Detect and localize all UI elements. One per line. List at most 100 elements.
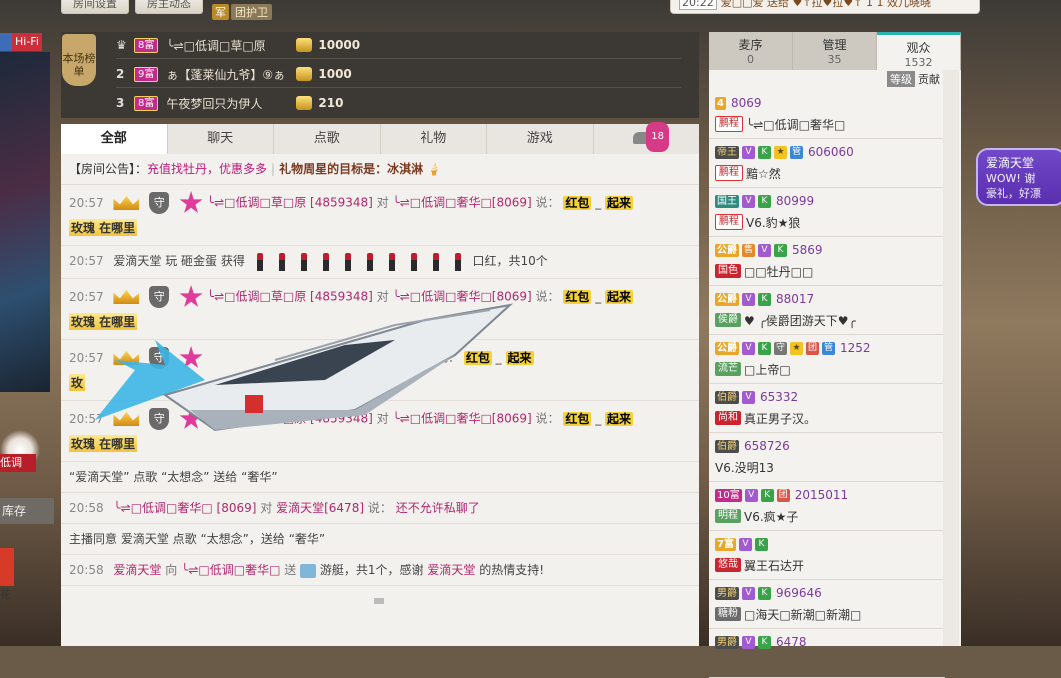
bubble-line: 豪礼，好漂	[986, 187, 1041, 200]
audience-user-item[interactable]: 男爵 V K 969646 糖粉 □海天□新潮□新潮□	[709, 580, 945, 629]
audience-user-item[interactable]: 公爵售 V K 5869 国色 □□牡丹□□	[709, 237, 945, 286]
message-say: 说：	[535, 411, 560, 426]
lipstick-icon	[278, 252, 285, 271]
hifi-badge[interactable]: Hi-Fi	[0, 33, 50, 51]
user-row: 公爵 V K 88017	[715, 290, 939, 308]
audience-user-item[interactable]: 10富 V K 团 2015011 明程 V6.疯★子	[709, 482, 945, 531]
rank-name: ぁ【蓬莱仙九爷】⑨ぁ	[166, 67, 286, 82]
user-family-tag: 糖粉	[715, 607, 741, 621]
flower-gift-icon[interactable]	[0, 548, 14, 586]
scroll-handle[interactable]	[374, 598, 384, 604]
user-name: V6.豹★狼	[746, 215, 801, 230]
audience-user-item[interactable]: 国王 V K 80999 鹏程 V6.豹★狼	[709, 188, 945, 237]
star-icon	[179, 346, 203, 368]
privilege-icon: K	[758, 635, 771, 649]
user-row: 糖粉 □海天□新潮□新潮□	[715, 605, 939, 623]
tab-song[interactable]: 点歌	[274, 124, 381, 154]
target-name[interactable]: ╰⇌□低调□奢华□[8069]	[393, 412, 532, 426]
sort-level-button[interactable]: 等级	[887, 71, 915, 87]
audience-user-item[interactable]: 公爵 V K 守 ★ 团管 1252 流芒 □上帝□	[709, 335, 945, 384]
tab-audience[interactable]: 观众 1532	[877, 32, 961, 70]
guard-shield-icon: 守	[149, 408, 170, 430]
privilege-icon: 管	[790, 145, 803, 159]
room-settings-button[interactable]: 房间设置	[61, 0, 129, 14]
sender-name[interactable]: 爱滴天堂	[427, 563, 475, 577]
tab-all[interactable]: 全部	[61, 124, 168, 154]
user-name: □海天□新潮□新潮□	[744, 607, 862, 622]
tab-gift[interactable]: 礼物	[381, 124, 487, 154]
user-level-badge: 伯爵	[715, 390, 739, 404]
sender-name[interactable]: ╰⇌□低调□草□原 [4859348]	[207, 412, 373, 426]
user-id: 8069	[730, 96, 762, 110]
user-family-tag: 侯爵	[715, 313, 741, 327]
sender-name[interactable]: ╰⇌□低调□草□原 [4859348]	[207, 290, 373, 304]
privilege-icon: K	[758, 292, 771, 306]
rank-row[interactable]: 2 9富 ぁ【蓬莱仙九爷】⑨ぁ 1000	[116, 61, 681, 88]
target-name[interactable]: ╰⇌□低调□奢华□[8069]	[393, 196, 532, 210]
privilege-icon: V	[742, 292, 755, 306]
tab-admin[interactable]: 管理 35	[793, 32, 877, 70]
privilege-icon: ★	[774, 145, 787, 159]
chat-message: 20:58 ╰⇌□低调□奢华□ [8069] 对 爱滴天堂[6478] 说： 还…	[61, 493, 699, 524]
tab-mic-queue[interactable]: 麦序 0	[709, 32, 793, 70]
target-name[interactable]: 爱滴天堂[6478]	[276, 501, 364, 515]
message-time: 20:58	[69, 501, 104, 515]
inventory-button[interactable]: 库存	[0, 498, 54, 524]
sender-name[interactable]: ╰⇌□低调□奢华□ [8069]	[113, 501, 256, 515]
target-name[interactable]: 奢华□[8069]	[357, 351, 432, 365]
privilege-icon: V	[744, 488, 758, 502]
chat-area[interactable]: 【房间公告】：充值找牡丹，优惠多多 | 礼物周星的目标是：冰淇淋 🍦 20:57 守…	[61, 154, 699, 646]
audience-user-item[interactable]: 伯爵 658726 V6.没明13	[709, 433, 945, 482]
audience-user-item[interactable]: 公爵 V K 88017 侯爵 ♥ ╭侯爵团游天下♥╭	[709, 286, 945, 335]
user-row: 流芒 □上帝□	[715, 360, 939, 378]
rank-row[interactable]: 3 8富 午夜梦回只为伊人 210	[116, 90, 681, 116]
privilege-icon: K	[774, 243, 787, 257]
user-row: 尚和 真正男子汉。	[715, 409, 939, 427]
privilege-icon: K	[758, 341, 771, 355]
message-text: 起来	[605, 289, 634, 304]
audience-user-item[interactable]: 7富 V K 悠哉 翼王石达开	[709, 531, 945, 580]
star-icon	[179, 285, 203, 307]
guard-badge[interactable]: 军 团护卫	[212, 2, 272, 22]
sender-name[interactable]: ╰⇌□低调□草□原 [4859348]	[207, 196, 373, 210]
user-level-badge: 国王	[715, 194, 739, 208]
user-id: 2015011	[794, 488, 849, 502]
user-name: V6.没明13	[715, 460, 774, 475]
tab-chat[interactable]: 聊天	[168, 124, 274, 154]
owner-news-button[interactable]: 房主动态	[135, 0, 203, 14]
audience-user-item[interactable]: 4 8069 鹏程 ╰⇌□低调□奢华□	[709, 90, 945, 139]
privilege-icon: V	[758, 243, 771, 257]
audience-user-item[interactable]: 男爵 V K 6478	[709, 629, 945, 678]
target-name[interactable]: ╰⇌□低调□奢华□	[181, 563, 280, 577]
message-to: 向	[165, 563, 178, 577]
user-row: 悠哉 翼王石达开	[715, 556, 939, 574]
audience-scrollbar[interactable]	[943, 70, 959, 646]
privilege-icon: V	[742, 390, 755, 404]
rank-row[interactable]: ♛ 8富 ╰⇌□低调□草□原 10000	[116, 32, 681, 59]
user-level-badge: 公爵	[715, 292, 739, 306]
tab-car[interactable]: 18	[594, 122, 700, 154]
target-name[interactable]: ╰⇌□低调□奢华□[8069]	[393, 290, 532, 304]
audience-user-item[interactable]: 伯爵 V 65332 尚和 真正男子汉。	[709, 384, 945, 433]
audience-user-item[interactable]: 帝王 V K ★ 管 606060 鹏程 黯☆然	[709, 139, 945, 188]
user-id: 1252	[840, 341, 871, 355]
user-level-badge: 公爵	[715, 243, 739, 257]
crown-icon	[113, 351, 140, 365]
privilege-icon: 团	[776, 488, 790, 502]
message-text: 红包	[563, 411, 592, 426]
message-text: 还不允许私聊了	[395, 501, 480, 515]
user-row: 伯爵 658726	[715, 437, 939, 455]
user-row: 4 8069	[715, 94, 939, 112]
user-level-badge: 4	[715, 96, 726, 110]
tab-label: 观众	[906, 41, 931, 55]
tab-game[interactable]: 游戏	[487, 124, 594, 154]
message-to: 对	[376, 195, 389, 210]
message-text: “爱滴天堂” 点歌 “太想念” 送给 “奢华”	[69, 470, 278, 484]
lipstick-icon	[410, 252, 417, 271]
sender-name[interactable]: 爱滴天堂	[113, 563, 161, 577]
anchor-video[interactable]	[0, 52, 50, 392]
user-row	[715, 654, 939, 672]
privilege-icon: 售	[742, 243, 755, 257]
sort-contrib-button[interactable]: 贡献	[915, 71, 943, 87]
rank-level: 9富	[134, 66, 159, 82]
